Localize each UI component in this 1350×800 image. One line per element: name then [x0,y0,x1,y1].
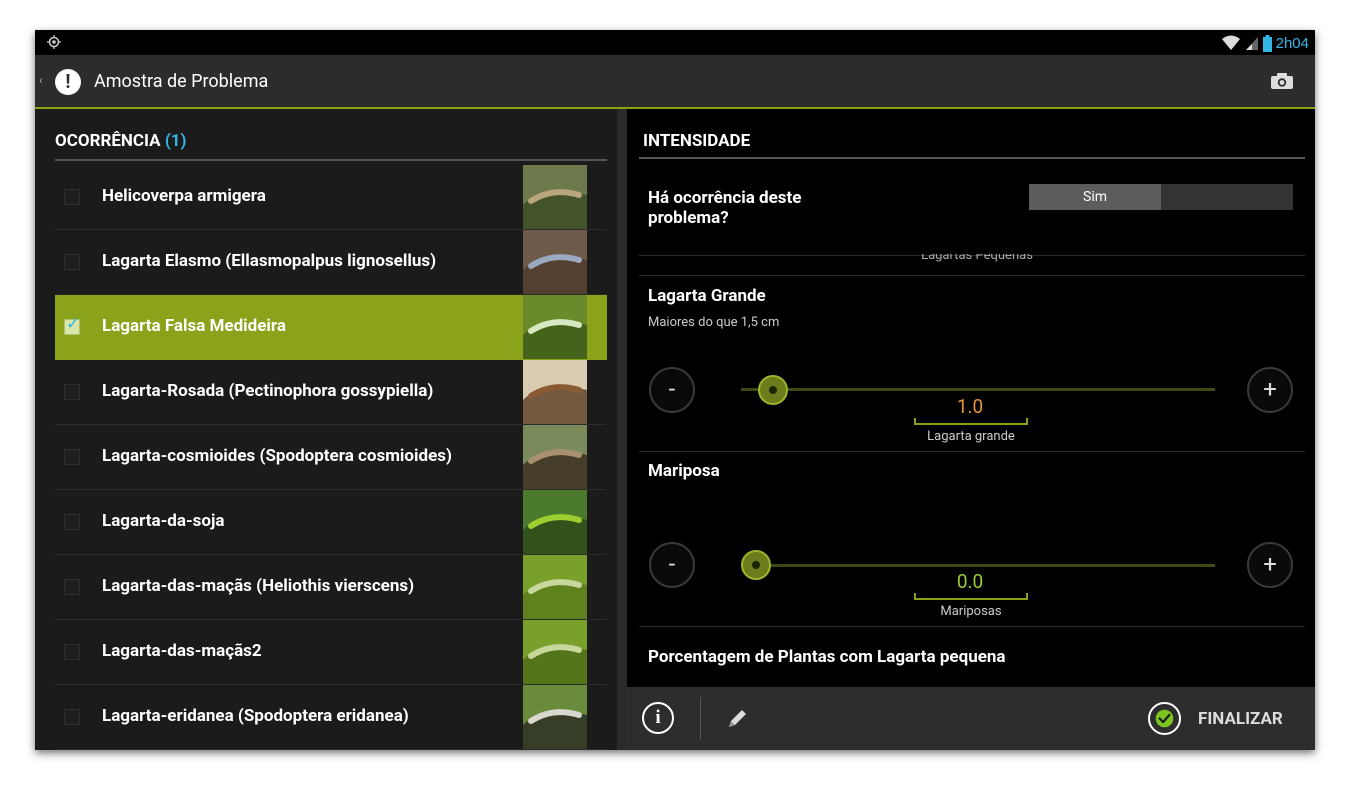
decrement-button[interactable]: - [649,367,695,413]
thumbnail-caterpillar-9 [523,685,587,749]
problem-list: Helicoverpa armigera Lagarta Elasmo (Ella… [55,165,607,750]
checkbox[interactable] [64,514,80,530]
section-divider [639,626,1305,627]
slider-value: 1.0 [956,395,984,418]
camera-icon[interactable] [1271,73,1293,89]
panel-divider [617,109,627,750]
checkbox[interactable]: ✓ [64,315,80,335]
increment-button[interactable]: + [1247,367,1293,413]
list-item[interactable]: Lagarta-das-maçãs2 [55,620,607,685]
slider-subtitle: Maiores do que 1,5 cm [648,315,780,330]
section-divider [639,451,1305,452]
list-item[interactable]: Lagarta-eridanea (Spodoptera eridanea) [55,685,607,750]
battery-icon [1262,34,1272,52]
pencil-icon[interactable] [726,706,750,730]
occurrence-toggle[interactable]: Sim [1029,184,1293,210]
checkmark-icon: ✓ [66,314,81,334]
bottom-bar: i FINALIZAR [627,687,1315,750]
occurrence-count: (1) [164,131,187,151]
list-item-label: Lagarta-Rosada (Pectinophora gossypiella… [102,381,434,401]
warning-icon[interactable]: ! [55,69,81,95]
checkbox[interactable] [64,644,80,660]
slider-track[interactable] [741,564,1215,567]
slider-title-mariposa: Mariposa [648,461,720,481]
header-divider [55,159,607,161]
thumbnail-caterpillar-2 [523,230,587,294]
toggle-on-label[interactable]: Sim [1029,184,1161,210]
thumbnail-caterpillar-5 [523,425,587,489]
list-item-label: Helicoverpa armigera [102,186,266,206]
list-item[interactable]: ✓ Lagarta Falsa Medideira [55,295,607,360]
checkbox[interactable] [64,579,80,595]
list-item-label: Lagarta-eridanea (Spodoptera eridanea) [102,706,409,726]
list-item-label: Lagarta-da-soja [102,511,225,531]
status-bar: 2h04 [35,30,1315,55]
slider-title-lagarta-grande: Lagarta Grande [648,286,766,306]
finish-button[interactable]: FINALIZAR [1198,709,1283,729]
location-icon [47,35,61,49]
list-item[interactable]: Lagarta-das-maçãs (Heliothis vierscens) [55,555,607,620]
slider-unit-label: Lagarta grande [927,429,1015,444]
thumbnail-caterpillar-8 [523,620,587,684]
partial-slider-label: Lagartas Pequenas [921,254,1033,263]
list-item[interactable]: Lagarta-da-soja [55,490,607,555]
info-icon[interactable]: i [642,702,674,734]
wifi-icon [1221,35,1240,50]
signal-icon [1245,37,1258,50]
thumbnail-caterpillar-6 [523,490,587,554]
list-item-label: Lagarta-das-maçãs2 [102,641,262,661]
list-item-label: Lagarta Falsa Medideira [102,316,286,336]
list-item[interactable]: Lagarta-cosmioides (Spodoptera cosmioide… [55,425,607,490]
slider-value: 0.0 [956,570,984,593]
thumbnail-caterpillar-4 [523,360,587,424]
section-divider [639,275,1305,276]
checkbox[interactable] [64,449,80,465]
checkbox[interactable] [64,189,80,205]
occurrence-header-label: OCORRÊNCIA [55,131,161,151]
up-caret-icon[interactable]: ‹ [39,73,43,87]
intensity-panel: INTENSIDADE Há ocorrência deste problema… [627,109,1315,687]
thumbnail-caterpillar-1 [523,165,587,229]
checkbox[interactable] [64,254,80,270]
bottom-divider [700,697,701,740]
slider-track[interactable] [741,388,1215,391]
list-item-label: Lagarta Elasmo (Ellasmopalpus lignosellu… [102,251,437,271]
list-item[interactable]: Lagarta-Rosada (Pectinophora gossypiella… [55,360,607,425]
thumbnail-caterpillar-7 [523,555,587,619]
list-item-label: Lagarta-cosmioides (Spodoptera cosmioide… [102,446,452,466]
value-underline [914,593,1028,600]
check-circle-icon[interactable] [1148,702,1181,735]
occurrence-header: OCORRÊNCIA (1) [55,131,607,151]
intensity-header: INTENSIDADE [643,131,751,151]
list-item[interactable]: Helicoverpa armigera [55,165,607,230]
section-title-percentage: Porcentagem de Plantas com Lagarta peque… [648,647,1006,667]
list-item[interactable]: Lagarta Elasmo (Ellasmopalpus lignosellu… [55,230,607,295]
decrement-button[interactable]: - [649,542,695,588]
occurrence-question: Há ocorrência deste problema? [648,188,802,228]
slider-thumb[interactable] [741,550,771,580]
tablet-screen: 2h04 ‹ ! Amostra de Problema OCORRÊNCIA … [35,30,1315,750]
thumbnail-caterpillar-3 [523,295,587,359]
occurrence-panel: OCORRÊNCIA (1) Helicoverpa armigera Lagar… [35,109,617,750]
checkbox[interactable] [64,384,80,400]
page-title: Amostra de Problema [94,71,269,92]
checkbox[interactable] [64,709,80,725]
list-item-label: Lagarta-das-maçãs (Heliothis vierscens) [102,576,415,596]
value-underline [914,418,1028,425]
slider-thumb[interactable] [757,375,788,405]
header-divider [639,157,1305,159]
increment-button[interactable]: + [1247,542,1293,588]
action-bar: ‹ ! Amostra de Problema [35,55,1315,109]
slider-unit-label: Mariposas [940,604,1002,619]
status-time: 2h04 [1275,34,1309,52]
